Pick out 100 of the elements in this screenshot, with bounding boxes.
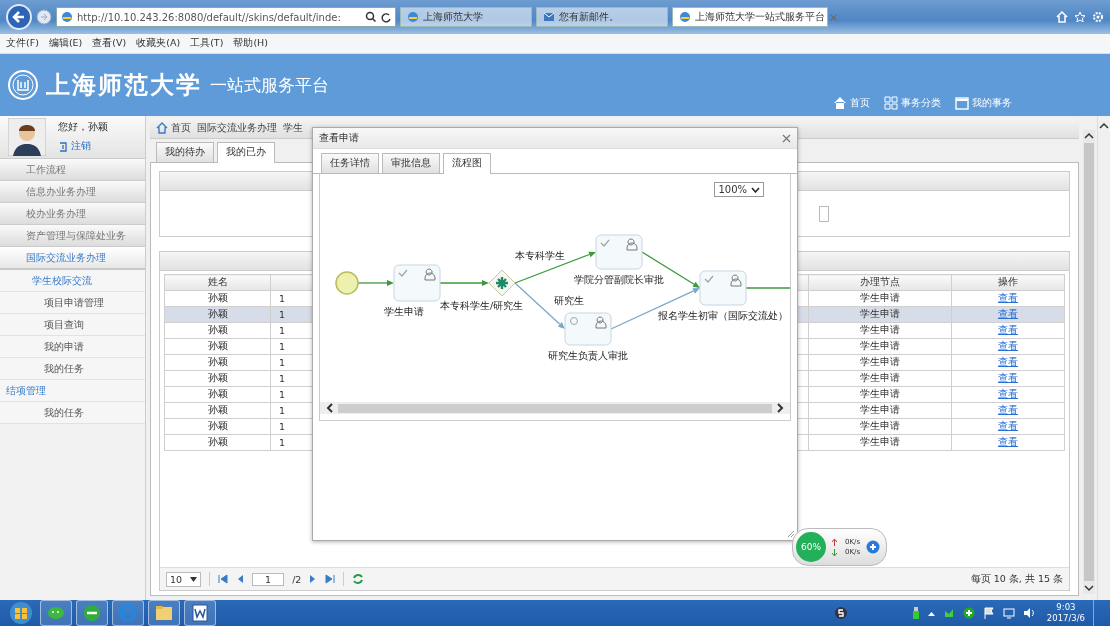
browser-tab[interactable]: 上海师范大学 [400, 7, 532, 27]
page-size-select[interactable]: 10 [166, 571, 202, 587]
tab[interactable]: 任务详情 [321, 153, 379, 173]
sidebar-item[interactable]: 我的申请 [0, 336, 145, 358]
breadcrumb-link[interactable]: 国际交流业务办理 [197, 121, 277, 135]
menu-item[interactable]: 收藏夹(A) [136, 37, 181, 50]
avatar-icon [8, 118, 46, 156]
page-icon [679, 11, 691, 23]
menu-item[interactable]: 工具(T) [190, 37, 224, 50]
sidebar-group[interactable]: 结项管理 [0, 380, 145, 402]
scrollbar[interactable] [1097, 116, 1110, 600]
input-field[interactable] [819, 205, 829, 222]
pagination-summary: 每页 10 条, 共 15 条 [970, 572, 1063, 586]
scrollbar[interactable] [1083, 130, 1095, 594]
show-hidden-icons-arrow-icon[interactable] [927, 610, 935, 616]
sidebar-item[interactable]: 资产管理与保障处业务 [0, 225, 145, 247]
network-icon[interactable] [1002, 607, 1015, 619]
logout-link[interactable]: 注销 [58, 140, 108, 153]
grid-icon [884, 96, 898, 110]
table-cell: 孙颖 [164, 338, 271, 355]
back-button[interactable] [6, 4, 32, 30]
sidebar-item[interactable]: 工作流程 [0, 159, 145, 181]
address-bar[interactable]: http://10.10.243.26:8080/default//skins/default/inde: [56, 7, 396, 27]
sidebar-item[interactable]: 我的任务 [0, 358, 145, 380]
table-cell: 孙颖 [164, 290, 271, 307]
sidebar-group[interactable]: 学生校际交流 [0, 270, 145, 292]
tab[interactable]: 我的已办 [217, 142, 275, 163]
settings-icon[interactable] [1092, 11, 1104, 23]
menu-item[interactable]: 查看(V) [92, 37, 127, 50]
view-link[interactable]: 查看 [998, 372, 1018, 383]
view-link[interactable]: 查看 [998, 404, 1018, 415]
scroll-left-icon[interactable] [326, 403, 334, 413]
accelerate-button-icon[interactable] [866, 540, 881, 554]
breadcrumb-link[interactable]: 首页 [156, 121, 191, 135]
sidebar-item[interactable]: 项目申请管理 [0, 292, 145, 314]
close-icon[interactable] [782, 133, 791, 143]
scrollbar[interactable] [320, 402, 790, 414]
breadcrumb-link[interactable]: 学生 [283, 121, 303, 135]
volume-icon[interactable] [1022, 607, 1035, 619]
flag-icon[interactable] [982, 607, 995, 619]
back-arrow-icon [12, 10, 26, 24]
table-cell: 孙颖 [164, 418, 271, 435]
table-cell: 孙颖 [164, 434, 271, 451]
gateway-node [488, 269, 516, 297]
usb-drive-icon[interactable] [911, 607, 920, 619]
scrollbar-thumb[interactable] [1084, 143, 1094, 581]
zoom-select[interactable]: 100% [714, 182, 764, 197]
sidebar-item[interactable]: 国际交流业务办理 [0, 247, 145, 270]
table-cell: 学生申请 [808, 354, 952, 371]
scroll-right-icon[interactable] [776, 403, 784, 413]
star-icon[interactable] [1074, 11, 1086, 23]
first-page-icon[interactable] [218, 574, 229, 584]
menu-item[interactable]: 帮助(H) [233, 37, 268, 50]
sidebar-item[interactable]: 我的任务 [0, 402, 145, 424]
menu-item[interactable]: 文件(F) [6, 37, 39, 50]
tab[interactable]: 审批信息 [382, 153, 440, 173]
sidebar-item[interactable]: 校办业务办理 [0, 203, 145, 225]
table-cell: 学生申请 [808, 322, 952, 339]
sidebar-item[interactable]: 项目查询 [0, 314, 145, 336]
total-pages: /2 [292, 573, 302, 585]
view-link[interactable]: 查看 [998, 324, 1018, 335]
task-label: 学生申请 [384, 306, 424, 317]
logout-icon [58, 141, 68, 152]
view-link[interactable]: 查看 [998, 420, 1018, 431]
browser-icon[interactable] [81, 602, 103, 624]
view-link[interactable]: 查看 [998, 292, 1018, 303]
sidebar-item[interactable]: 信息办业务办理 [0, 181, 145, 203]
shield-icon[interactable] [962, 607, 975, 619]
menu-item[interactable]: 编辑(E) [48, 37, 83, 50]
table-cell: 孙颖 [164, 370, 271, 387]
home-icon[interactable] [1056, 11, 1068, 23]
previous-page-icon[interactable] [236, 574, 245, 584]
university-name: 上海师范大学 [46, 69, 202, 101]
table-cell: 孙颖 [164, 322, 271, 339]
view-link[interactable]: 查看 [998, 356, 1018, 367]
table-cell: 学生申请 [808, 370, 952, 387]
forward-button-icon[interactable] [36, 9, 52, 25]
tab[interactable]: 流程图 [443, 153, 491, 174]
column-header: 办理节点 [808, 274, 952, 291]
document-app-icon[interactable] [189, 602, 211, 624]
view-link[interactable]: 查看 [998, 308, 1018, 319]
taskbar-clock[interactable]: 9:03 2017/3/6 [1046, 602, 1085, 624]
refresh-icon [381, 11, 391, 23]
view-link[interactable]: 查看 [998, 388, 1018, 399]
tab[interactable]: 我的待办 [156, 142, 214, 162]
dropdown-arrow-icon [190, 576, 198, 582]
last-page-icon[interactable] [325, 574, 336, 584]
browser-tab[interactable]: 您有新邮件。 [536, 7, 668, 27]
input-method-icon[interactable] [833, 606, 848, 620]
platform-name: 一站式服务平台 [210, 73, 329, 97]
scrollbar-thumb[interactable] [338, 403, 772, 413]
connector-label: 研究生 [554, 295, 584, 306]
view-link[interactable]: 查看 [998, 436, 1018, 447]
task-node [699, 270, 747, 306]
table-cell: 学生申请 [808, 402, 952, 419]
search-icon [365, 11, 377, 23]
tray-app-icon[interactable] [942, 607, 955, 619]
refresh-icon[interactable] [352, 573, 365, 585]
page-number-field[interactable]: 1 [252, 572, 285, 586]
view-link[interactable]: 查看 [998, 340, 1018, 351]
